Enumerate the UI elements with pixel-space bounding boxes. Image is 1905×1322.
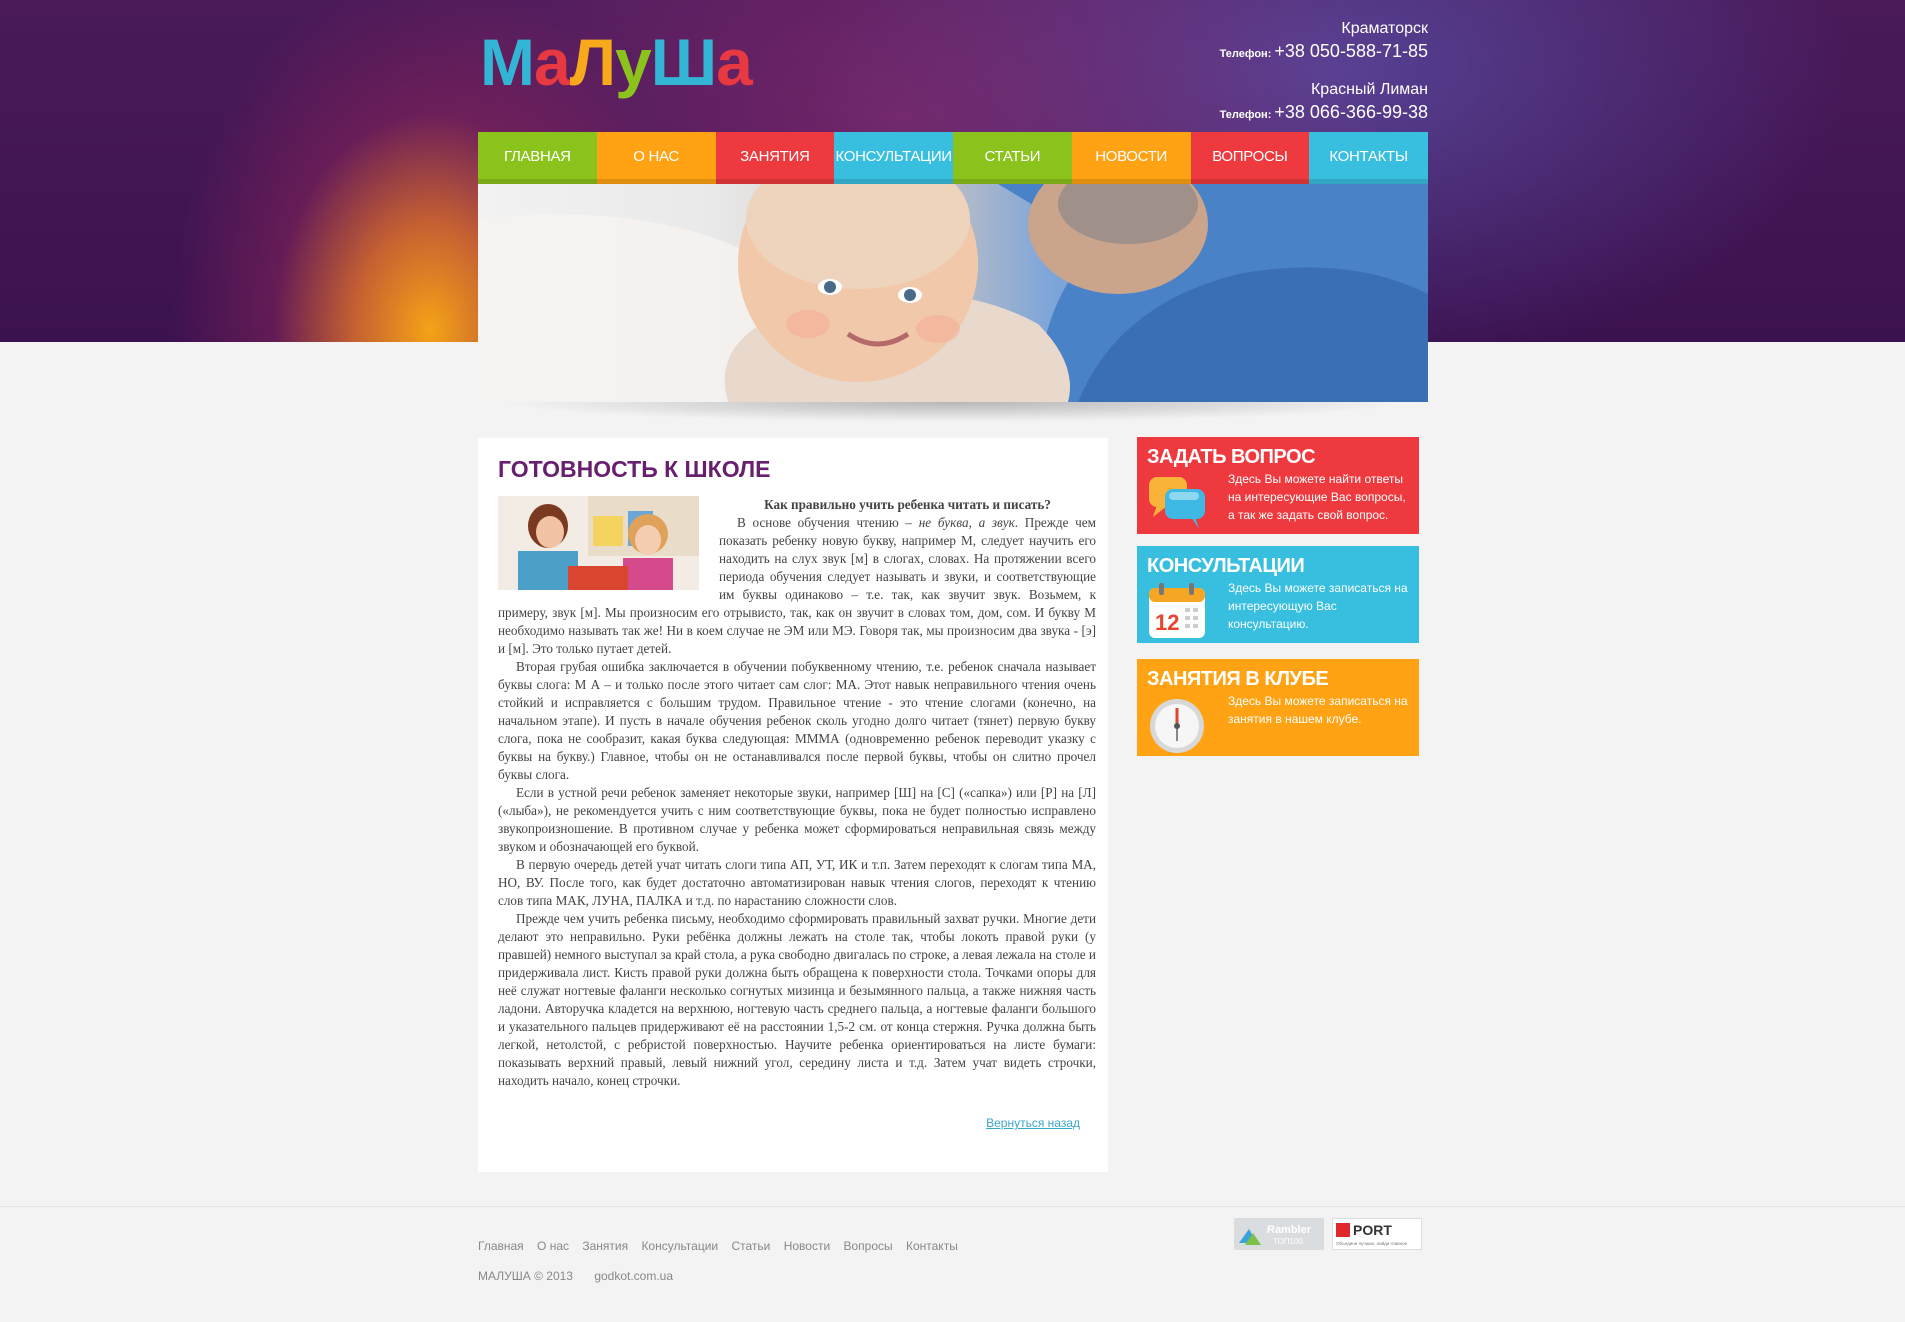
footer-link-news[interactable]: Новости <box>784 1239 830 1253</box>
footer-link-classes[interactable]: Занятия <box>582 1239 628 1253</box>
header-contacts: Краматорск Телефон: +38 050-588-71-85 Кра… <box>1220 18 1428 126</box>
banner-shadow <box>498 402 1408 422</box>
rambler-label: Rambler <box>1267 1224 1312 1236</box>
hero-banner-image <box>478 184 1428 402</box>
footer-link-articles[interactable]: Статьи <box>731 1239 770 1253</box>
footer-nav: Главная О нас Занятия Консультации Стать… <box>478 1239 968 1253</box>
port-label: PORT <box>1353 1222 1392 1238</box>
sidebar-box-title: Задать вопрос <box>1147 446 1316 468</box>
page-title: Готовность к школе <box>498 456 771 482</box>
contact-phone-line: Телефон: +38 050-588-71-85 <box>1220 40 1428 65</box>
article-paragraph: Вторая грубая ошибка заключается в обуче… <box>498 659 1096 782</box>
nav-item-questions[interactable]: Вопросы <box>1190 132 1310 184</box>
footer-site-link[interactable]: godkot.com.ua <box>594 1269 673 1283</box>
sidebar-club-classes[interactable]: Занятия в клубе Здесь Вы можете записать… <box>1137 659 1419 756</box>
contact-phone-line: Телефон: +38 066-366-99-38 <box>1220 101 1428 126</box>
main-nav: Главная О нас Занятия Консультации Стать… <box>478 132 1428 184</box>
footer-link-consultations[interactable]: Консультации <box>641 1239 718 1253</box>
calendar-day: 12 <box>1155 610 1179 635</box>
phone-number: +38 050-588-71-85 <box>1274 41 1428 61</box>
phone-label: Телефон: <box>1219 48 1272 60</box>
article-body: Как правильно учить ребенка читать и пис… <box>498 496 1096 1090</box>
article-paragraph: Если в устной речи ребенок заменяет неко… <box>498 785 1096 854</box>
article-image <box>498 496 699 590</box>
chat-bubbles-icon <box>1147 473 1209 531</box>
site-logo[interactable]: МаЛуШа <box>480 22 753 102</box>
nav-item-contacts[interactable]: Контакты <box>1309 132 1428 184</box>
footer-link-contacts[interactable]: Контакты <box>906 1239 958 1253</box>
sidebar-box-title: Консультации <box>1147 555 1305 577</box>
sidebar-box-text: Здесь Вы можете записаться на интересующ… <box>1228 581 1408 631</box>
sidebar-box-title: Занятия в клубе <box>1147 668 1329 690</box>
article-paragraph: В первую очередь детей учат читать слоги… <box>498 857 1096 908</box>
main-content: Готовность к школе Как правильно учи <box>478 438 1108 1172</box>
contact-city: Красный Лиман <box>1310 81 1428 98</box>
sidebar-box-text: Здесь Вы можете найти ответы на интересу… <box>1228 472 1406 522</box>
logo-letter: Л <box>569 25 616 99</box>
logo-letter: у <box>615 25 652 99</box>
nav-item-home[interactable]: Главная <box>478 132 597 184</box>
contact-city: Краматорск <box>1341 20 1428 37</box>
logo-letter: а <box>533 25 571 99</box>
copyright-text: МАЛУША © 2013 <box>478 1269 573 1283</box>
footer-divider <box>0 1206 1905 1207</box>
sidebar-consultations[interactable]: Консультации 12 Здесь Вы можете записать… <box>1137 546 1419 643</box>
footer-link-about[interactable]: О нас <box>537 1239 569 1253</box>
page-container: МаЛуШа Краматорск Телефон: +38 050-588-71… <box>478 0 1428 1322</box>
footer-link-questions[interactable]: Вопросы <box>843 1239 892 1253</box>
footer-copyright: МАЛУША © 2013 godkot.com.ua <box>478 1269 673 1283</box>
phone-label: Телефон: <box>1219 109 1272 121</box>
article-paragraph: Прежде чем учить ребенка письму, необход… <box>498 911 1096 1088</box>
nav-item-about[interactable]: О нас <box>596 132 716 184</box>
nav-item-classes[interactable]: Занятия <box>715 132 835 184</box>
nav-item-consultations[interactable]: Консультации <box>834 132 953 184</box>
logo-letter: Ш <box>650 25 717 99</box>
footer-link-home[interactable]: Главная <box>478 1239 524 1253</box>
rambler-counter-badge[interactable]: Rambler ТОП100 <box>1234 1218 1324 1250</box>
logo-letter: М <box>480 25 535 99</box>
sidebar-box-text: Здесь Вы можете записаться на занятия в … <box>1228 694 1408 726</box>
nav-item-articles[interactable]: Статьи <box>953 132 1072 184</box>
back-link[interactable]: Вернуться назад <box>986 1116 1080 1130</box>
clock-icon <box>1147 695 1209 753</box>
logo-letter: а <box>716 25 753 99</box>
phone-number: +38 066-366-99-38 <box>1274 102 1428 122</box>
calendar-icon: 12 <box>1147 582 1209 640</box>
nav-item-news[interactable]: Новости <box>1071 132 1191 184</box>
sidebar-ask-question[interactable]: Задать вопрос Здесь Вы можете найти отве… <box>1137 437 1419 534</box>
port-counter-badge[interactable]: PORT Объедини лучших, найди главное <box>1332 1218 1422 1250</box>
port-sublabel: Объедини лучших, найди главное <box>1336 1240 1408 1246</box>
rambler-sublabel: ТОП100 <box>1273 1237 1303 1246</box>
